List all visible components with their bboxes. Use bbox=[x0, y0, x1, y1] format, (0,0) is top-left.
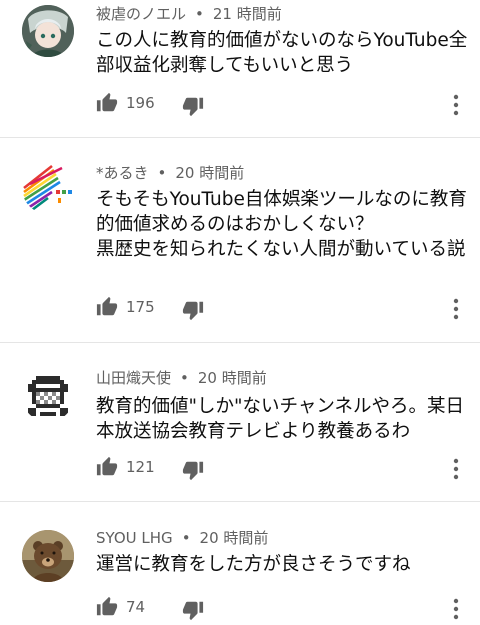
comment-actions: 175 bbox=[96, 296, 466, 321]
thumbs-down-icon[interactable] bbox=[182, 599, 204, 621]
pixel-art-avatar-icon bbox=[22, 370, 74, 422]
comment-meta: SYOU LHG • 20 時間前 bbox=[96, 528, 268, 548]
comment-actions: 196 bbox=[96, 92, 466, 117]
like-count: 175 bbox=[126, 298, 155, 316]
meta-separator: • bbox=[157, 164, 167, 182]
comment-item: *あるき • 20 時間前 そもそもYouTube自体娯楽ツールなのに教育的価値求め… bbox=[0, 138, 480, 342]
comment-meta: *あるき • 20 時間前 bbox=[96, 163, 244, 183]
thumbs-up-icon[interactable] bbox=[96, 456, 118, 478]
thumbs-up-icon[interactable] bbox=[96, 596, 118, 618]
like-count: 121 bbox=[126, 458, 155, 476]
comment-actions: 121 bbox=[96, 456, 466, 481]
avatar[interactable] bbox=[22, 370, 74, 422]
comment-item: 山田熾天使 • 20 時間前 教育的価値"しか"ないチャンネルやろ。某日本放送協会教… bbox=[0, 343, 480, 501]
author-name[interactable]: 山田熾天使 bbox=[96, 369, 171, 387]
comment-meta: 山田熾天使 • 20 時間前 bbox=[96, 368, 267, 388]
comment-text: そもそもYouTube自体娯楽ツールなのに教育的価値求めるのはおかしくない？ 黒歴… bbox=[96, 189, 467, 260]
like-count: 196 bbox=[126, 94, 155, 112]
comment-text: 教育的価値"しか"ないチャンネルやろ。某日本放送協会教育テレビより教養あるわ bbox=[96, 396, 464, 442]
comment-meta: 被虐のノエル • 21 時間前 bbox=[96, 4, 282, 24]
thumbs-down-icon[interactable] bbox=[182, 459, 204, 481]
thumbs-up-icon[interactable] bbox=[96, 92, 118, 114]
thumbs-up-icon[interactable] bbox=[96, 296, 118, 318]
comment-time: 21 時間前 bbox=[212, 5, 282, 23]
comment-text: 運営に教育をした方が良さそうですね bbox=[96, 554, 411, 575]
comment-text: この人に教育的価値がないのならYouTube全部収益化剥奪してもいいと思う bbox=[96, 30, 468, 76]
more-vert-icon[interactable] bbox=[452, 598, 460, 620]
like-count: 74 bbox=[126, 598, 146, 616]
thumbs-down-icon[interactable] bbox=[182, 95, 204, 117]
meta-separator: • bbox=[180, 369, 189, 387]
comment-item: 被虐のノエル • 21 時間前 この人に教育的価値がないのならYouTube全部収益… bbox=[0, 0, 480, 137]
meta-separator: • bbox=[181, 529, 191, 547]
meta-separator: • bbox=[195, 5, 204, 23]
thumbs-down-icon[interactable] bbox=[182, 299, 204, 321]
comment-item: SYOU LHG • 20 時間前 運営に教育をした方が良さそうですね 74 bbox=[0, 502, 480, 625]
author-name[interactable]: 被虐のノエル bbox=[96, 5, 186, 23]
comment-time: 20 時間前 bbox=[199, 529, 269, 547]
avatar[interactable] bbox=[22, 530, 74, 582]
author-name[interactable]: *あるき bbox=[96, 164, 149, 182]
more-vert-icon[interactable] bbox=[452, 458, 460, 480]
avatar[interactable] bbox=[22, 162, 74, 214]
bear-photo-avatar-icon bbox=[22, 530, 74, 582]
author-name[interactable]: SYOU LHG bbox=[96, 529, 173, 547]
anime-character-avatar-icon bbox=[22, 5, 74, 57]
colorful-stripes-avatar-icon bbox=[22, 162, 74, 214]
more-vert-icon[interactable] bbox=[452, 94, 460, 116]
comment-actions: 74 bbox=[96, 596, 466, 621]
avatar[interactable] bbox=[22, 5, 74, 57]
comment-time: 20 時間前 bbox=[197, 369, 267, 387]
comment-time: 20 時間前 bbox=[175, 164, 245, 182]
more-vert-icon[interactable] bbox=[452, 298, 460, 320]
